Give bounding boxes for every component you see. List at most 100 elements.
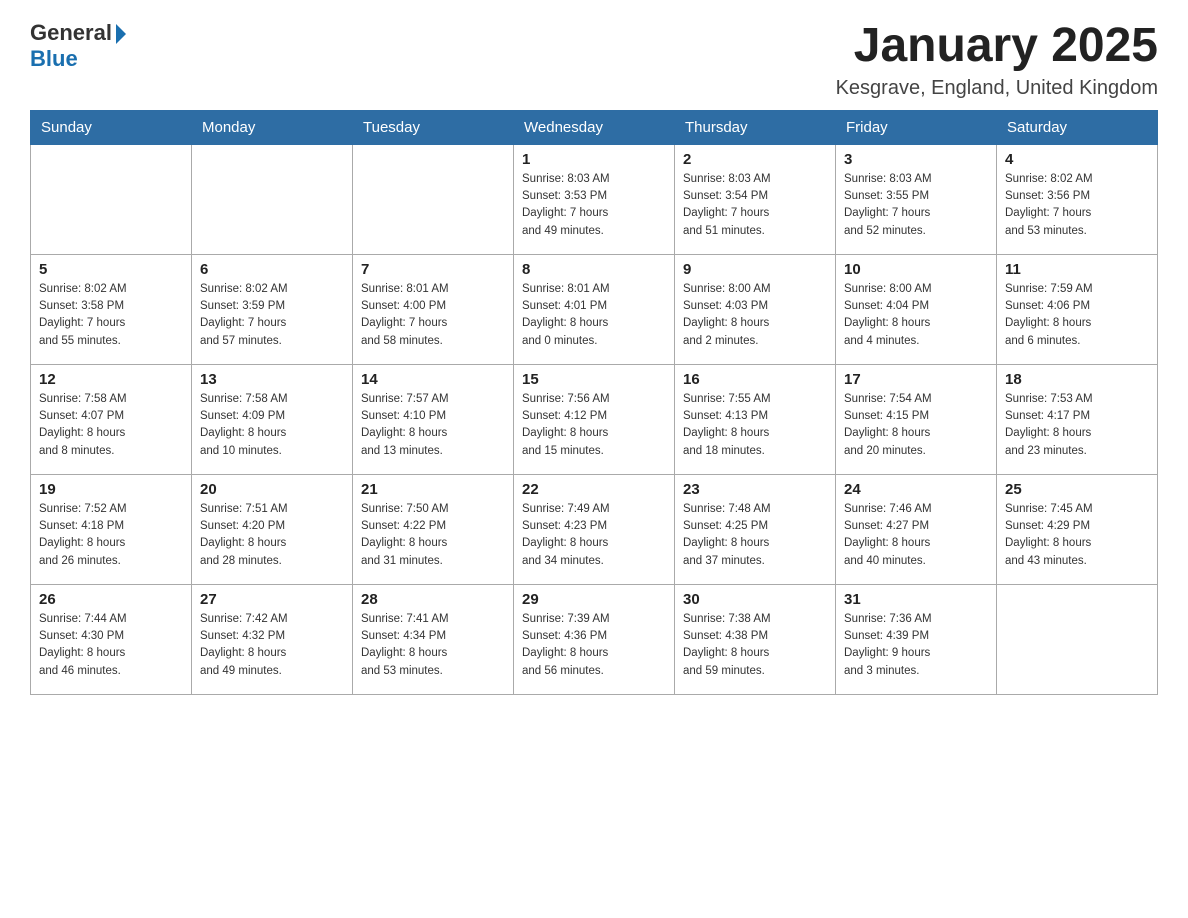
calendar-week-row: 19 Sunrise: 7:52 AM Sunset: 4:18 PM Dayli… [31,474,1158,584]
day-info: Sunrise: 7:58 AM Sunset: 4:07 PM Dayligh… [39,391,183,460]
day-number: 7 [361,261,505,278]
day-number: 16 [683,371,827,388]
day-info: Sunrise: 7:52 AM Sunset: 4:18 PM Dayligh… [39,501,183,570]
day-number: 22 [522,481,666,498]
location: Kesgrave, England, United Kingdom [836,77,1158,100]
day-number: 2 [683,151,827,168]
calendar-cell: 2 Sunrise: 8:03 AM Sunset: 3:54 PM Daylig… [675,144,836,254]
calendar-cell: 27 Sunrise: 7:42 AM Sunset: 4:32 PM Dayli… [192,584,353,694]
calendar-cell: 29Sunrise: 7:39 AM Sunset: 4:36 PM Dayli… [514,584,675,694]
day-number: 18 [1005,371,1149,388]
calendar-cell: 30 Sunrise: 7:38 AM Sunset: 4:38 PM Dayli… [675,584,836,694]
calendar-week-row: 5Sunrise: 8:02 AM Sunset: 3:58 PM Daylig… [31,254,1158,364]
day-of-week-header: Saturday [997,110,1158,144]
logo: General Blue [30,20,126,72]
calendar-cell: 28 Sunrise: 7:41 AM Sunset: 4:34 PM Dayli… [353,584,514,694]
day-number: 31 [844,591,988,608]
day-info: Sunrise: 8:03 AM Sunset: 3:53 PM Dayligh… [522,171,666,240]
day-number: 23 [683,481,827,498]
day-info: Sunrise: 7:53 AM Sunset: 4:17 PM Dayligh… [1005,391,1149,460]
day-info: Sunrise: 7:42 AM Sunset: 4:32 PM Dayligh… [200,611,344,680]
day-info: Sunrise: 7:51 AM Sunset: 4:20 PM Dayligh… [200,501,344,570]
day-info: Sunrise: 8:01 AM Sunset: 4:01 PM Dayligh… [522,281,666,350]
calendar-cell: 6Sunrise: 8:02 AM Sunset: 3:59 PM Daylig… [192,254,353,364]
logo-general: General [30,20,112,46]
calendar-cell: 13Sunrise: 7:58 AM Sunset: 4:09 PM Dayli… [192,364,353,474]
day-of-week-header: Friday [836,110,997,144]
logo-blue: Blue [30,46,78,71]
day-of-week-header: Sunday [31,110,192,144]
day-info: Sunrise: 7:41 AM Sunset: 4:34 PM Dayligh… [361,611,505,680]
day-number: 14 [361,371,505,388]
day-info: Sunrise: 7:36 AM Sunset: 4:39 PM Dayligh… [844,611,988,680]
calendar-cell: 16Sunrise: 7:55 AM Sunset: 4:13 PM Dayli… [675,364,836,474]
calendar-week-row: 1Sunrise: 8:03 AM Sunset: 3:53 PM Daylig… [31,144,1158,254]
calendar-cell: 1Sunrise: 8:03 AM Sunset: 3:53 PM Daylig… [514,144,675,254]
calendar-cell: 14Sunrise: 7:57 AM Sunset: 4:10 PM Dayli… [353,364,514,474]
day-info: Sunrise: 7:49 AM Sunset: 4:23 PM Dayligh… [522,501,666,570]
day-info: Sunrise: 7:48 AM Sunset: 4:25 PM Dayligh… [683,501,827,570]
calendar-cell: 7 Sunrise: 8:01 AM Sunset: 4:00 PM Daylig… [353,254,514,364]
day-number: 30 [683,591,827,608]
calendar-cell: 23 Sunrise: 7:48 AM Sunset: 4:25 PM Dayli… [675,474,836,584]
day-of-week-header: Wednesday [514,110,675,144]
logo-text: General [30,20,126,46]
day-info: Sunrise: 8:01 AM Sunset: 4:00 PM Dayligh… [361,281,505,350]
day-info: Sunrise: 8:00 AM Sunset: 4:04 PM Dayligh… [844,281,988,350]
day-of-week-header: Tuesday [353,110,514,144]
calendar-cell: 15 Sunrise: 7:56 AM Sunset: 4:12 PM Dayli… [514,364,675,474]
calendar-cell: 12Sunrise: 7:58 AM Sunset: 4:07 PM Dayli… [31,364,192,474]
calendar-cell: 21Sunrise: 7:50 AM Sunset: 4:22 PM Dayli… [353,474,514,584]
day-number: 19 [39,481,183,498]
calendar-cell [353,144,514,254]
calendar-cell: 26 Sunrise: 7:44 AM Sunset: 4:30 PM Dayli… [31,584,192,694]
day-info: Sunrise: 7:44 AM Sunset: 4:30 PM Dayligh… [39,611,183,680]
calendar-cell: 18 Sunrise: 7:53 AM Sunset: 4:17 PM Dayli… [997,364,1158,474]
calendar-cell: 25 Sunrise: 7:45 AM Sunset: 4:29 PM Dayli… [997,474,1158,584]
calendar-cell: 9 Sunrise: 8:00 AM Sunset: 4:03 PM Daylig… [675,254,836,364]
calendar-cell [997,584,1158,694]
day-number: 28 [361,591,505,608]
month-title: January 2025 [836,20,1158,73]
calendar-cell: 24 Sunrise: 7:46 AM Sunset: 4:27 PM Dayli… [836,474,997,584]
day-info: Sunrise: 8:00 AM Sunset: 4:03 PM Dayligh… [683,281,827,350]
calendar-week-row: 26 Sunrise: 7:44 AM Sunset: 4:30 PM Dayli… [31,584,1158,694]
day-number: 5 [39,261,183,278]
day-info: Sunrise: 7:54 AM Sunset: 4:15 PM Dayligh… [844,391,988,460]
day-info: Sunrise: 7:45 AM Sunset: 4:29 PM Dayligh… [1005,501,1149,570]
day-info: Sunrise: 7:59 AM Sunset: 4:06 PM Dayligh… [1005,281,1149,350]
logo-arrow-icon [116,24,126,44]
calendar-cell: 20Sunrise: 7:51 AM Sunset: 4:20 PM Dayli… [192,474,353,584]
calendar-cell: 11Sunrise: 7:59 AM Sunset: 4:06 PM Dayli… [997,254,1158,364]
page-header: General Blue January 2025 Kesgrave, Engl… [30,20,1158,100]
day-info: Sunrise: 7:50 AM Sunset: 4:22 PM Dayligh… [361,501,505,570]
calendar-cell: 31 Sunrise: 7:36 AM Sunset: 4:39 PM Dayli… [836,584,997,694]
calendar-cell [31,144,192,254]
day-info: Sunrise: 7:38 AM Sunset: 4:38 PM Dayligh… [683,611,827,680]
calendar-cell: 5Sunrise: 8:02 AM Sunset: 3:58 PM Daylig… [31,254,192,364]
calendar-cell [192,144,353,254]
calendar-cell: 22 Sunrise: 7:49 AM Sunset: 4:23 PM Dayli… [514,474,675,584]
calendar-cell: 3Sunrise: 8:03 AM Sunset: 3:55 PM Daylig… [836,144,997,254]
day-number: 25 [1005,481,1149,498]
day-info: Sunrise: 7:56 AM Sunset: 4:12 PM Dayligh… [522,391,666,460]
calendar-cell: 19 Sunrise: 7:52 AM Sunset: 4:18 PM Dayli… [31,474,192,584]
calendar-week-row: 12Sunrise: 7:58 AM Sunset: 4:07 PM Dayli… [31,364,1158,474]
day-number: 15 [522,371,666,388]
day-number: 10 [844,261,988,278]
day-number: 4 [1005,151,1149,168]
day-info: Sunrise: 8:02 AM Sunset: 3:59 PM Dayligh… [200,281,344,350]
title-block: January 2025 Kesgrave, England, United K… [836,20,1158,100]
calendar-cell: 8Sunrise: 8:01 AM Sunset: 4:01 PM Daylig… [514,254,675,364]
day-number: 24 [844,481,988,498]
day-info: Sunrise: 8:03 AM Sunset: 3:55 PM Dayligh… [844,171,988,240]
day-info: Sunrise: 8:02 AM Sunset: 3:56 PM Dayligh… [1005,171,1149,240]
day-number: 29 [522,591,666,608]
calendar-cell: 17Sunrise: 7:54 AM Sunset: 4:15 PM Dayli… [836,364,997,474]
day-number: 27 [200,591,344,608]
day-number: 26 [39,591,183,608]
day-info: Sunrise: 8:03 AM Sunset: 3:54 PM Dayligh… [683,171,827,240]
day-number: 9 [683,261,827,278]
calendar-header-row: SundayMondayTuesdayWednesdayThursdayFrid… [31,110,1158,144]
day-info: Sunrise: 7:46 AM Sunset: 4:27 PM Dayligh… [844,501,988,570]
